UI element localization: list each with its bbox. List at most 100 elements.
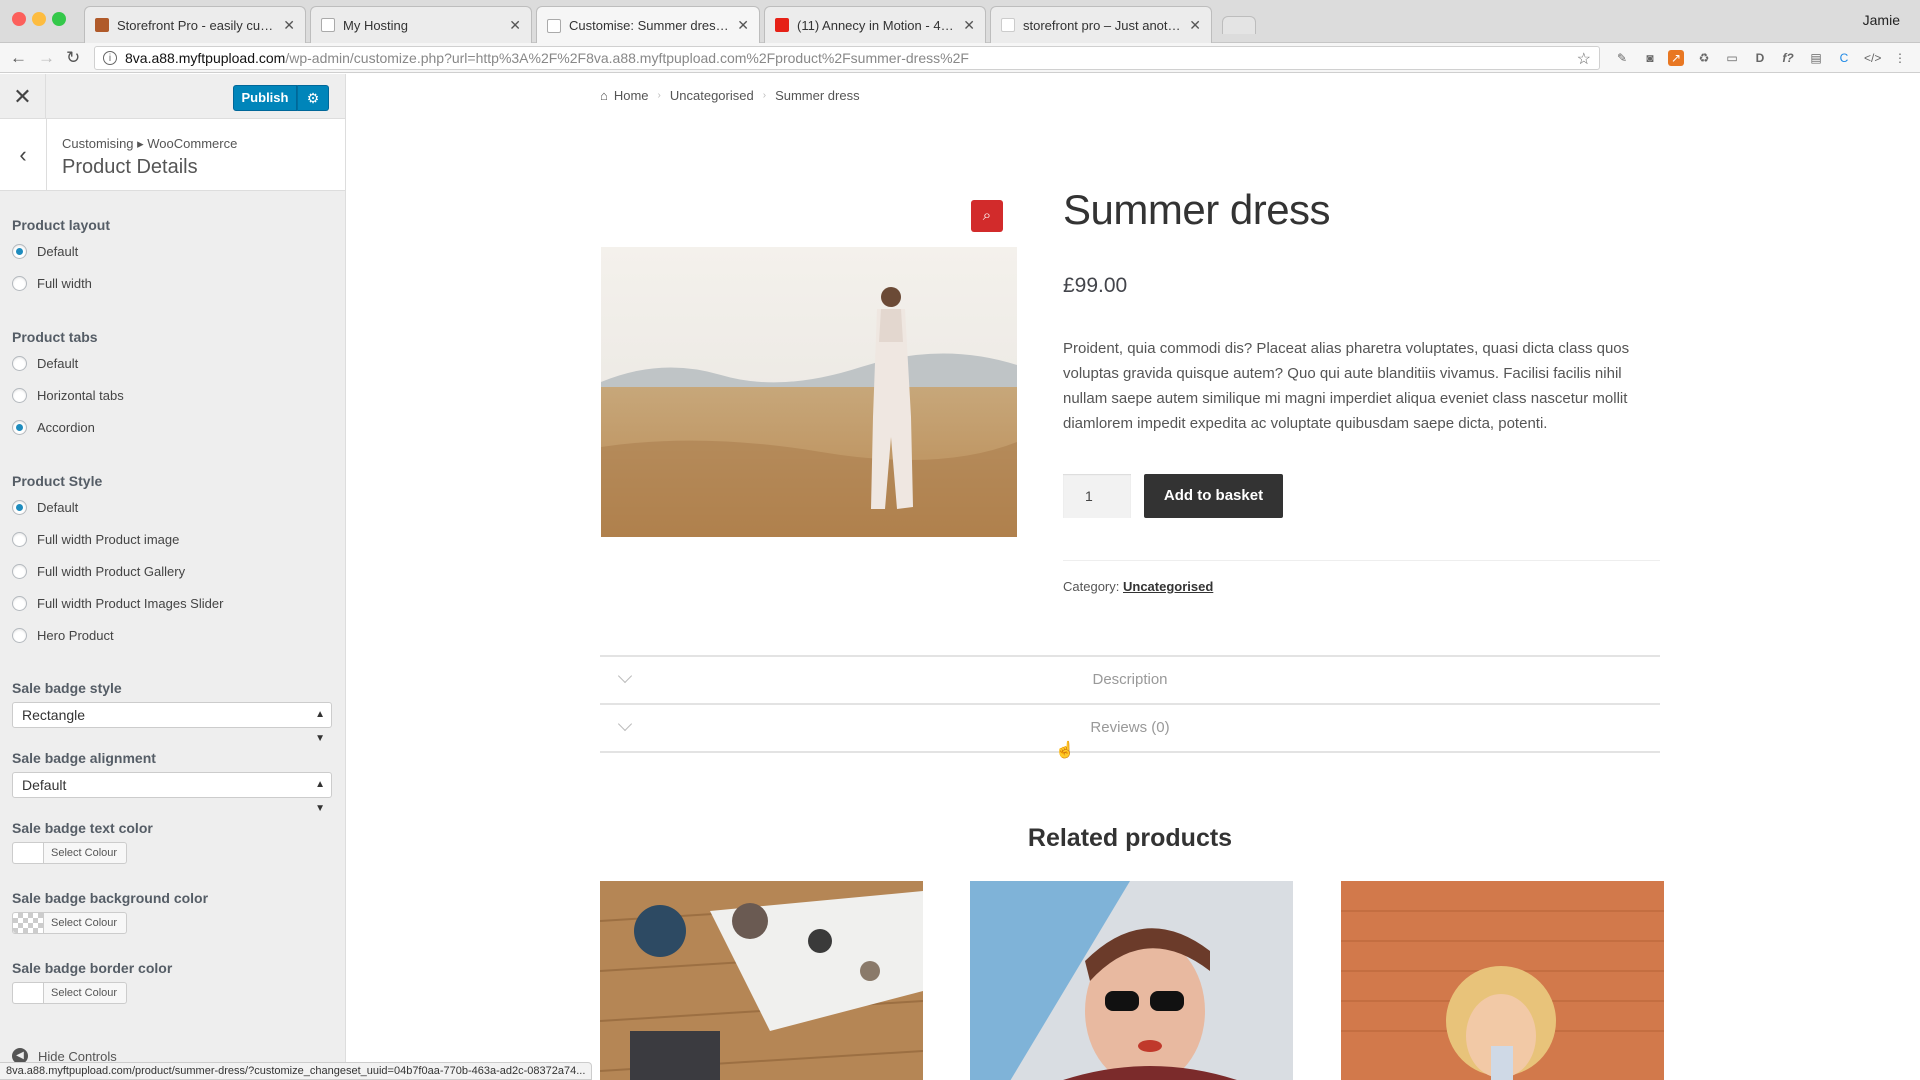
radio-unselected-icon[interactable] (12, 628, 27, 643)
radio-unselected-icon[interactable] (12, 276, 27, 291)
sale-badge-background-color-button[interactable]: Select Colour (12, 912, 127, 934)
forward-arrow-icon[interactable]: → (38, 48, 55, 68)
browser-tab[interactable]: (11) Annecy in Motion - 4K - T ✕ (764, 6, 986, 43)
radio-label: Full width Product Images Slider (37, 596, 224, 611)
briefcase-extension-icon[interactable]: ▤ (1808, 50, 1824, 66)
radio-product-layout-default[interactable]: Default (12, 244, 78, 259)
close-tab-icon[interactable]: ✕ (737, 17, 749, 34)
breadcrumb-home-link[interactable]: Home (614, 88, 649, 103)
zoom-magnifier-icon[interactable]: ⌕ (971, 200, 1003, 232)
browser-tab[interactable]: My Hosting ✕ (310, 6, 532, 43)
cast-extension-icon[interactable]: ▭ (1724, 50, 1740, 66)
chart-extension-icon[interactable]: ↗ (1668, 50, 1684, 66)
publish-button[interactable]: Publish (233, 85, 297, 111)
radio-selected-icon[interactable] (12, 500, 27, 515)
color-swatch (13, 983, 44, 1003)
radio-selected-icon[interactable] (12, 420, 27, 435)
sale-badge-style-select[interactable]: Rectangle ▲ ▼ (12, 702, 332, 744)
minimize-window-button[interactable] (32, 12, 46, 26)
select-value: Rectangle (22, 707, 86, 723)
radio-unselected-icon[interactable] (12, 564, 27, 579)
status-bar-url: 8va.a88.myftpupload.com/product/summer-d… (0, 1062, 593, 1080)
select-arrows-icon: ▲ ▼ (315, 779, 325, 814)
accordion-reviews[interactable]: Reviews (0) (600, 703, 1660, 751)
sale-badge-background-color-title: Sale badge background color (12, 890, 209, 906)
info-icon[interactable]: i (103, 51, 117, 65)
radio-label: Full width (37, 276, 92, 291)
camera-extension-icon[interactable]: ◙ (1642, 50, 1658, 66)
select-value: Default (22, 777, 67, 793)
quantity-input[interactable]: 1 (1063, 474, 1131, 518)
sale-badge-text-color-button[interactable]: Select Colour (12, 842, 127, 864)
browser-tab[interactable]: Storefront Pro - easily custom ✕ (84, 6, 306, 43)
close-tab-icon[interactable]: ✕ (963, 17, 975, 34)
sale-badge-border-color-button[interactable]: Select Colour (12, 982, 127, 1004)
woman-sunglasses-photo (970, 881, 1293, 1080)
radio-product-tabs-default[interactable]: Default (12, 356, 78, 371)
close-tab-icon[interactable]: ✕ (509, 17, 521, 34)
radio-product-tabs-accordion[interactable]: Accordion (12, 420, 95, 435)
browser-tab[interactable]: storefront pro – Just another W ✕ (990, 6, 1212, 43)
divider (1063, 560, 1660, 561)
radio-unselected-icon[interactable] (12, 388, 27, 403)
radio-product-layout-full-width[interactable]: Full width (12, 276, 92, 291)
related-product-image[interactable] (1341, 881, 1664, 1080)
radio-product-style-full-width-gallery[interactable]: Full width Product Gallery (12, 564, 185, 579)
radio-unselected-icon[interactable] (12, 356, 27, 371)
radio-product-style-full-width-image[interactable]: Full width Product image (12, 532, 179, 547)
radio-label: Full width Product image (37, 532, 180, 547)
eyedropper-extension-icon[interactable]: ✎ (1614, 50, 1630, 66)
close-tab-icon[interactable]: ✕ (1189, 17, 1201, 34)
recycle-extension-icon[interactable]: ♻ (1696, 50, 1712, 66)
site-preview: ⌂ Home › Uncategorised › Summer dress ⌕ … (347, 74, 1920, 1080)
add-to-basket-button[interactable]: Add to basket (1144, 474, 1283, 518)
back-chevron-icon[interactable]: ‹ (0, 119, 47, 191)
accordion-label: Reviews (0) (1090, 719, 1170, 736)
related-product-image[interactable] (600, 881, 923, 1080)
menu-kebab-icon[interactable]: ⋮ (1892, 50, 1908, 66)
section-breadcrumb: Customising ▸ WooCommerce (62, 136, 238, 151)
sale-badge-style-title: Sale badge style (12, 680, 122, 696)
product-image[interactable] (601, 247, 1017, 537)
back-arrow-icon[interactable]: ← (10, 48, 27, 68)
sale-badge-alignment-select[interactable]: Default ▲ ▼ (12, 772, 332, 814)
radio-product-style-images-slider[interactable]: Full width Product Images Slider (12, 596, 223, 611)
radio-product-style-default[interactable]: Default (12, 500, 78, 515)
product-photo-dress (601, 247, 1017, 537)
new-tab-button[interactable] (1222, 16, 1256, 34)
publish-settings-gear-icon[interactable]: ⚙ (297, 85, 329, 111)
close-window-button[interactable] (12, 12, 26, 26)
tab-title: storefront pro – Just another W (1023, 17, 1184, 33)
address-bar[interactable]: i 8va.a88.myftpupload.com/wp-admin/custo… (94, 46, 1600, 70)
profile-name[interactable]: Jamie (1863, 12, 1900, 28)
product-price: £99.00 (1063, 274, 1128, 297)
maximize-window-button[interactable] (52, 12, 66, 26)
close-customizer-icon[interactable]: ✕ (0, 74, 46, 119)
code-extension-icon[interactable]: </> (1864, 50, 1881, 66)
reload-icon[interactable]: ↻ (66, 48, 80, 68)
tab-title: Storefront Pro - easily custom (117, 17, 278, 33)
c-extension-icon[interactable]: C (1836, 50, 1852, 66)
tab-title: (11) Annecy in Motion - 4K - T (797, 17, 958, 33)
accordion-description[interactable]: Description (600, 655, 1660, 703)
breadcrumb-category-link[interactable]: Uncategorised (670, 88, 754, 103)
radio-selected-icon[interactable] (12, 244, 27, 259)
product-style-title: Product Style (12, 473, 103, 489)
color-button-label: Select Colour (51, 917, 118, 929)
category-link[interactable]: Uncategorised (1123, 579, 1213, 594)
browser-tab-active[interactable]: Customise: Summer dress – P ✕ (536, 6, 760, 44)
d-extension-icon[interactable]: D (1752, 50, 1768, 66)
breadcrumb-separator-icon: › (657, 90, 661, 101)
breadcrumb-separator-icon: › (762, 90, 767, 101)
radio-product-tabs-horizontal[interactable]: Horizontal tabs (12, 388, 124, 403)
radio-unselected-icon[interactable] (12, 596, 27, 611)
close-tab-icon[interactable]: ✕ (283, 17, 295, 34)
related-products-title: Related products (1027, 824, 1233, 852)
related-product-image[interactable] (970, 881, 1293, 1080)
radio-product-style-hero[interactable]: Hero Product (12, 628, 114, 643)
bookmark-star-icon[interactable]: ☆ (1577, 49, 1591, 69)
font-extension-icon[interactable]: f? (1780, 50, 1796, 66)
tab-favicon-icon (95, 18, 109, 32)
product-title: Summer dress (1063, 186, 1331, 233)
radio-unselected-icon[interactable] (12, 532, 27, 547)
